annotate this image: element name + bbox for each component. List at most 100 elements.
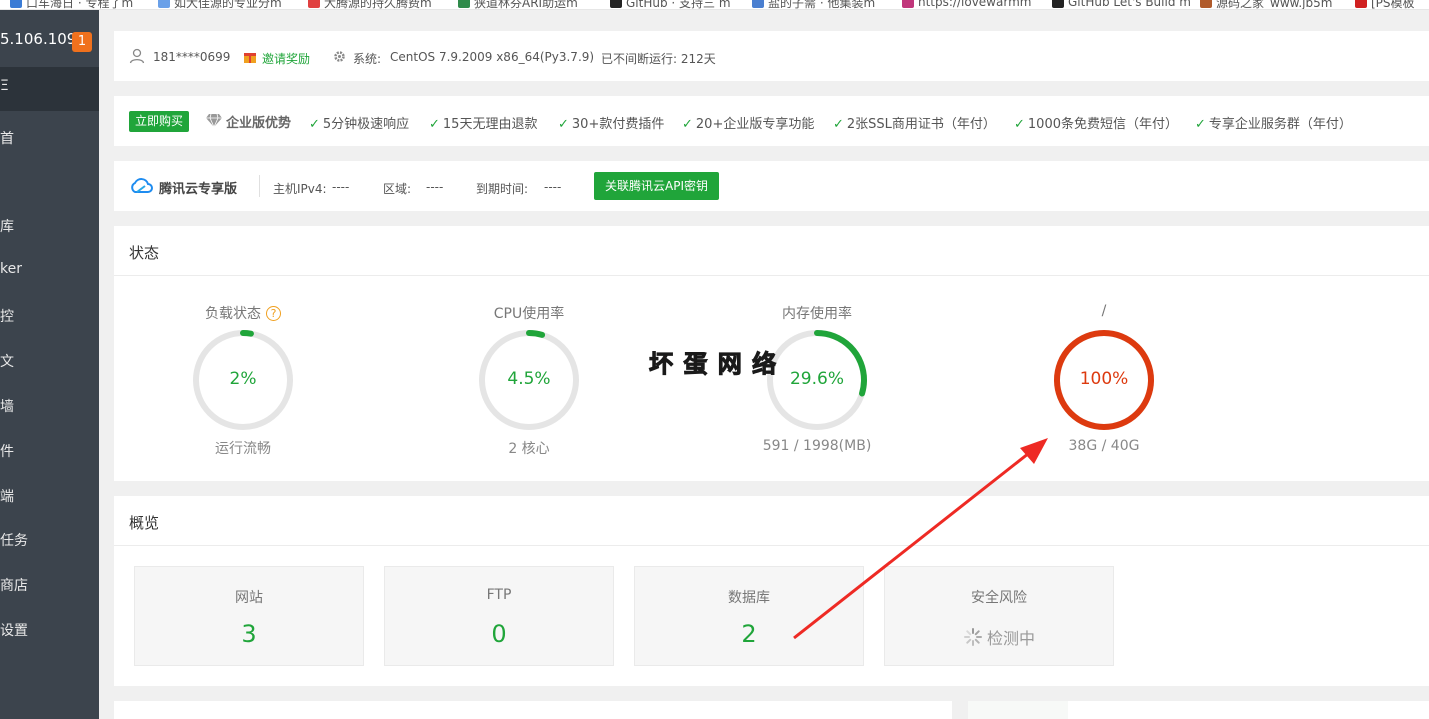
- gauge-title: 内存使用率: [782, 306, 852, 322]
- bookmark-item[interactable]: GitHub Let's Build m: [1052, 0, 1191, 9]
- gauge-title: 负载状态: [205, 306, 261, 322]
- divider: [259, 175, 260, 197]
- bookmark-icon: [158, 0, 170, 8]
- server-ip-header[interactable]: 5.106.109 1: [0, 10, 99, 67]
- sidebar-item-active[interactable]: [0, 67, 99, 111]
- bookmark-item[interactable]: 盐的子需 · 他集装m: [752, 0, 875, 9]
- bookmark-icon: [458, 0, 470, 8]
- region-value: ----: [426, 180, 444, 194]
- bookmark-item[interactable]: 源码之家_www.jb5m: [1200, 0, 1332, 9]
- sidebar-item-monitor[interactable]: 控: [0, 306, 14, 326]
- sidebar-item-docker[interactable]: ker: [0, 261, 22, 277]
- bookmark-item[interactable]: [PS模板: [1355, 0, 1415, 9]
- sidebar-item-tasks[interactable]: 任务: [0, 530, 28, 550]
- bookmark-icon: [902, 0, 914, 8]
- overview-websites[interactable]: 网站 3: [134, 566, 364, 666]
- sidebar-item-files[interactable]: 文: [0, 351, 14, 371]
- sidebar-item-database[interactable]: 库: [0, 216, 14, 236]
- notification-badge[interactable]: 1: [72, 32, 92, 52]
- feature-item: ✓ 1000条免费短信（年付）: [1014, 117, 1178, 132]
- check-icon: ✓: [1195, 117, 1206, 132]
- bookmark-icon: [1200, 0, 1212, 8]
- sidebar-item-home[interactable]: Ξ: [0, 78, 9, 94]
- overview-value[interactable]: 0: [385, 620, 613, 648]
- gift-icon: [244, 53, 256, 63]
- feature-item: ✓ 30+款付费插件: [558, 117, 665, 132]
- overview-ftp[interactable]: FTP 0: [384, 566, 614, 666]
- bookmark-item[interactable]: 口车海日 · 专程了m: [10, 0, 133, 9]
- bookmark-item[interactable]: 狭道林芬ARI助运m: [458, 0, 578, 9]
- bookmark-item[interactable]: 如大佳源的专业分m: [158, 0, 282, 9]
- feature-item: ✓ 15天无理由退款: [429, 117, 538, 132]
- bookmark-icon: [10, 0, 22, 8]
- user-icon: [129, 48, 145, 64]
- bookmark-item[interactable]: GitHub · 支持三 m: [610, 0, 731, 9]
- bookmark-icon: [1355, 0, 1367, 8]
- bookmark-icon: [308, 0, 320, 8]
- system-label: 系统:: [353, 52, 382, 66]
- sidebar: 5.106.109 1 Ξ 首 库 ker 控 文 墙 件 端 任务 商店 设置: [0, 10, 99, 719]
- ipv4-label: 主机IPv4:: [273, 182, 327, 196]
- feature-item: ✓ 专享企业服务群（年付）: [1195, 117, 1352, 132]
- feature-item: ✓ 2张SSL商用证书（年付）: [833, 117, 996, 132]
- diamond-icon: [206, 113, 222, 127]
- sidebar-item-software[interactable]: 件: [0, 441, 14, 461]
- invite-link[interactable]: 邀请奖励: [262, 50, 310, 67]
- overview-value[interactable]: 3: [135, 620, 363, 648]
- feature-item: ✓ 20+企业版专享功能: [682, 117, 815, 132]
- divider: [114, 545, 1429, 546]
- server-ip: 5.106.109: [0, 30, 77, 48]
- check-icon: ✓: [1014, 117, 1025, 132]
- user-phone[interactable]: 181****0699: [153, 50, 230, 64]
- overview-title: 概览: [129, 514, 160, 532]
- buy-now-button[interactable]: 立即购买: [129, 111, 190, 132]
- gauge-subtitle: 运行流畅: [215, 441, 271, 457]
- tencent-title: 腾讯云专享版: [159, 182, 238, 197]
- check-icon: ✓: [558, 117, 569, 132]
- sidebar-item-terminal[interactable]: 端: [0, 486, 14, 506]
- expire-value: ----: [544, 180, 562, 194]
- gauge-title: CPU使用率: [493, 306, 565, 322]
- expire-label: 到期时间:: [476, 182, 529, 196]
- uptime: 已不间断运行: 212天: [601, 52, 716, 66]
- check-icon: ✓: [833, 117, 844, 132]
- sidebar-item-settings[interactable]: 设置: [0, 620, 28, 640]
- system-value: CentOS 7.9.2009 x86_64(Py3.7.9): [390, 50, 595, 64]
- status-title: 状态: [129, 244, 160, 262]
- gauge-value: 4.5%: [507, 369, 551, 389]
- github-icon: [610, 0, 622, 8]
- github-icon: [1052, 0, 1064, 8]
- server-info-bar: 181****0699 邀请奖励 系统: CentOS 7.9.2009 x86…: [114, 31, 1429, 81]
- bottom-panel-right: [968, 701, 1429, 719]
- overview-label: FTP: [486, 587, 512, 603]
- ipv4-value: ----: [332, 180, 350, 194]
- bookmark-icon: [752, 0, 764, 8]
- sidebar-item-firewall[interactable]: 墙: [0, 396, 14, 416]
- annotation-arrow: [793, 438, 1048, 640]
- gauge-value: 2%: [229, 369, 257, 389]
- overview-label: 网站: [235, 590, 263, 606]
- watermark-text: 坏 蛋 网 络: [648, 350, 778, 379]
- gear-icon: [334, 51, 345, 62]
- tencent-cloud-icon: [131, 178, 153, 193]
- gauge-title: /: [1101, 303, 1107, 319]
- tencent-cloud-bar: 腾讯云专享版 主机IPv4: ---- 区域: ---- 到期时间: ---- …: [114, 161, 1429, 211]
- region-label: 区域:: [383, 182, 412, 196]
- bottom-panel-left: [114, 701, 952, 719]
- bookmarks-bar: 口车海日 · 专程了m 如大佳源的专业分m 大腾源的持久腾费m 狭道林芬ARI助…: [0, 0, 1429, 10]
- sidebar-item-website[interactable]: 首: [0, 128, 14, 148]
- gauge-subtitle: 2 核心: [508, 441, 550, 457]
- bookmark-item[interactable]: 大腾源的持久腾费m: [308, 0, 432, 9]
- check-icon: ✓: [429, 117, 440, 132]
- bookmark-item[interactable]: https://lovewarmm: [902, 0, 1031, 9]
- enterprise-advantages-bar: 立即购买 企业版优势 ✓ 5分钟极速响应 ✓ 15天无理由退款 ✓ 30+款付费插件 …: [114, 96, 1429, 146]
- feature-item: ✓ 5分钟极速响应: [309, 117, 410, 132]
- help-icon[interactable]: ?: [266, 306, 281, 321]
- sidebar-item-store[interactable]: 商店: [0, 575, 28, 595]
- enterprise-title: 企业版优势: [226, 116, 292, 131]
- bottom-panel-tab: [968, 701, 1068, 719]
- bind-api-key-button[interactable]: 关联腾讯云API密钥: [594, 172, 719, 200]
- divider: [114, 275, 1429, 276]
- gauge-value: 100%: [1079, 369, 1129, 389]
- check-icon: ✓: [682, 117, 693, 132]
